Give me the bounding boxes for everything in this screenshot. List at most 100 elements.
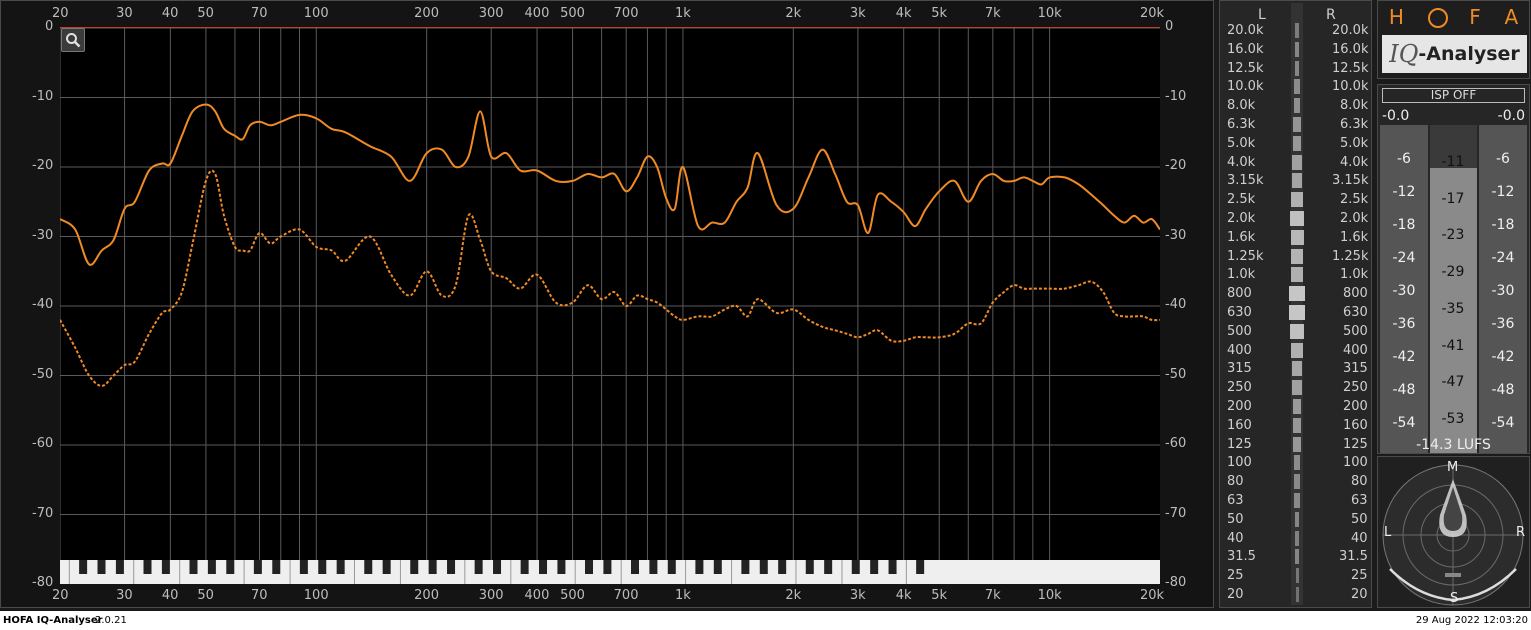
piano-black-key bbox=[824, 560, 833, 574]
spectrum-chart-svg bbox=[59, 27, 1161, 585]
band-level-bar bbox=[1291, 192, 1303, 208]
brand-letter-f: F bbox=[1469, 5, 1483, 29]
band-label-left: 200 bbox=[1227, 399, 1252, 414]
band-label-left: 20 bbox=[1227, 587, 1244, 602]
band-level-bar bbox=[1294, 493, 1300, 508]
band-label-right: 10.0k bbox=[1332, 79, 1369, 95]
band-level-bar bbox=[1290, 248, 1304, 264]
band-label-right: 20 bbox=[1351, 587, 1368, 602]
meter-scale-left: -6 bbox=[1397, 151, 1411, 167]
meter-scale-right: -30 bbox=[1491, 283, 1515, 299]
goniometer-panel: M S L R bbox=[1377, 456, 1530, 608]
freq-label-top: 3k bbox=[849, 6, 866, 21]
spectrum-analyser-panel[interactable]: 20 20 30 30 40 40 50 50 70 70 100 100 200 200 300 300 40… bbox=[0, 0, 1214, 608]
piano-black-key bbox=[447, 560, 456, 574]
band-label-left: 80 bbox=[1227, 474, 1244, 490]
band-label-left: 40 bbox=[1227, 530, 1244, 546]
band-level-bar bbox=[1294, 455, 1300, 471]
freq-label-bottom: 7k bbox=[984, 588, 1001, 603]
piano-black-key bbox=[741, 560, 750, 574]
band-label-left: 25 bbox=[1227, 568, 1244, 584]
band-label-left: 8.0k bbox=[1227, 98, 1256, 114]
meter-scale-left: -54 bbox=[1392, 415, 1416, 431]
meter-scale-left: -36 bbox=[1392, 316, 1416, 332]
band-level-bar bbox=[1291, 267, 1303, 283]
zoom-button[interactable] bbox=[61, 28, 85, 52]
piano-black-key bbox=[870, 560, 879, 574]
piano-black-key bbox=[364, 560, 373, 574]
meter-scale-right: -24 bbox=[1491, 250, 1515, 266]
band-label-right: 630 bbox=[1343, 305, 1368, 320]
band-label-left: 12.5k bbox=[1227, 60, 1264, 76]
third-octave-bars bbox=[1289, 3, 1305, 605]
meter-scale-left: -12 bbox=[1392, 184, 1416, 200]
band-label-left: 31.5 bbox=[1227, 549, 1256, 565]
freq-label-bottom: 100 bbox=[303, 588, 329, 603]
db-label-left: 0 bbox=[45, 19, 54, 34]
band-level-bar bbox=[1292, 399, 1302, 414]
band-label-right: 400 bbox=[1343, 342, 1368, 358]
band-label-right: 315 bbox=[1343, 361, 1368, 377]
band-label-left: 315 bbox=[1227, 361, 1252, 377]
db-label-right: -70 bbox=[1165, 505, 1187, 521]
meter-scale-right: -42 bbox=[1491, 349, 1515, 365]
band-label-left: 4.0k bbox=[1227, 154, 1256, 170]
db-label-left: -30 bbox=[32, 227, 54, 243]
band-level-bar bbox=[1291, 361, 1303, 377]
freq-label-top: 300 bbox=[478, 6, 504, 21]
piano-black-key bbox=[226, 560, 235, 574]
piano-black-key bbox=[695, 560, 704, 574]
piano-black-key bbox=[410, 560, 419, 574]
piano-black-key bbox=[603, 560, 612, 574]
band-label-left: 50 bbox=[1227, 511, 1244, 527]
band-label-right: 1.6k bbox=[1340, 229, 1369, 245]
db-label-right: -60 bbox=[1165, 436, 1187, 451]
freq-label-top: 2k bbox=[785, 6, 802, 21]
meter-scale-center: -35 bbox=[1441, 300, 1465, 317]
db-label-right: -50 bbox=[1165, 366, 1187, 382]
band-label-right: 2.0k bbox=[1340, 211, 1369, 226]
lufs-readout: -14.3 LUFS bbox=[1416, 437, 1491, 453]
freq-label-bottom: 2k bbox=[785, 588, 802, 603]
band-label-right: 31.5 bbox=[1339, 549, 1368, 565]
gonio-l-label: L bbox=[1384, 525, 1392, 540]
band-level-bar bbox=[1293, 135, 1301, 151]
freq-label-bottom: 20 bbox=[52, 588, 69, 603]
meter-scale-center: -29 bbox=[1441, 264, 1465, 281]
gonio-s-label: S bbox=[1450, 591, 1459, 606]
spectrum-plot[interactable] bbox=[59, 27, 1161, 585]
product-name-box: IQ -Analyser bbox=[1382, 35, 1527, 73]
piano-black-key bbox=[161, 560, 170, 574]
isp-toggle-button[interactable]: ISP OFF bbox=[1382, 88, 1525, 103]
brand-letter-h: H bbox=[1388, 5, 1406, 29]
piano-black-key bbox=[428, 560, 437, 574]
meter-scale-center: -11 bbox=[1441, 154, 1465, 170]
piano-black-key bbox=[336, 560, 345, 574]
band-label-right: 800 bbox=[1343, 286, 1368, 302]
meter-scale-center: -17 bbox=[1441, 190, 1465, 207]
piano-black-key bbox=[851, 560, 860, 574]
peak-spectrum-line bbox=[59, 103, 1161, 266]
band-level-bar bbox=[1295, 23, 1299, 38]
freq-label-top: 40 bbox=[161, 6, 179, 21]
meter-scale-right: -36 bbox=[1491, 316, 1515, 332]
meter-scale-right: -54 bbox=[1491, 415, 1515, 431]
band-label-left: 160 bbox=[1227, 417, 1252, 433]
freq-label-bottom: 1k bbox=[674, 588, 691, 603]
band-label-left: 630 bbox=[1227, 305, 1252, 320]
band-label-right: 160 bbox=[1343, 417, 1368, 433]
piano-black-key bbox=[189, 560, 198, 574]
db-label-left: -20 bbox=[32, 158, 54, 173]
piano-black-key bbox=[778, 560, 787, 574]
db-label-left: -70 bbox=[32, 505, 54, 521]
piano-black-key bbox=[115, 560, 124, 574]
band-label-right: 40 bbox=[1351, 530, 1368, 546]
piano-black-key bbox=[79, 560, 88, 574]
brand-letter-o-circle bbox=[1427, 8, 1448, 28]
band-label-right: 125 bbox=[1343, 436, 1368, 452]
freq-label-top: 10k bbox=[1037, 6, 1062, 21]
freq-label-top: 7k bbox=[984, 6, 1001, 21]
left-channel-label: L bbox=[1258, 7, 1266, 23]
band-label-left: 100 bbox=[1227, 455, 1252, 471]
meter-scale-left: -48 bbox=[1392, 382, 1416, 398]
